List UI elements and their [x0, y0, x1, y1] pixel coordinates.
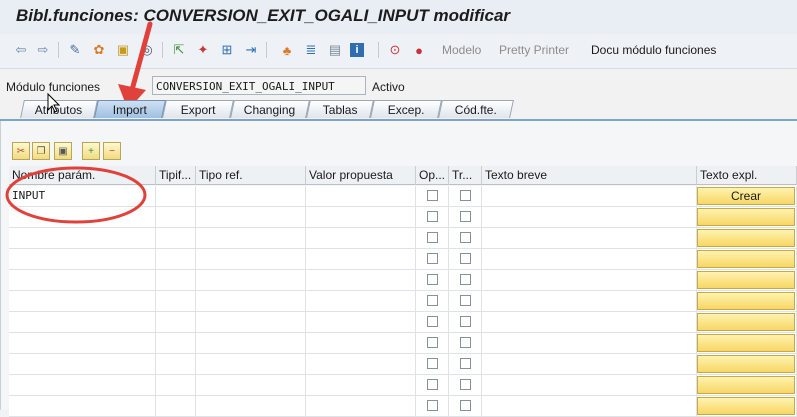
mouse-cursor-icon — [47, 92, 61, 113]
tab-import[interactable]: Import — [94, 100, 166, 118]
annotation-circle — [5, 166, 147, 224]
annotation-arrow-shaft — [129, 21, 153, 93]
annotation-overlay — [5, 21, 153, 224]
